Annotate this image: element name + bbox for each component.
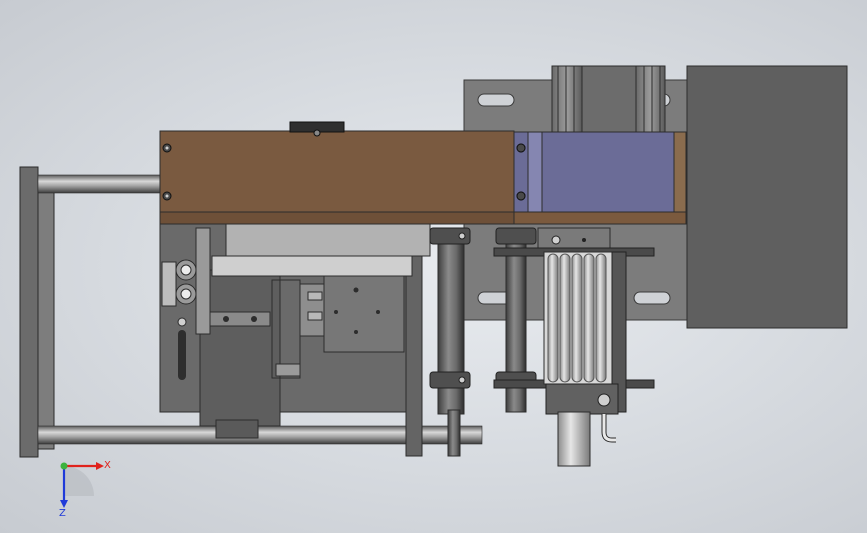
cylinder-pleats [547,253,607,383]
right-housing-block [686,65,848,329]
left-end-bracket [19,166,55,458]
lower-column-rod [447,409,461,457]
mounting-slot [477,93,515,107]
brown-main-body [159,121,526,225]
mounting-slot [633,291,671,305]
upper-guide-rod [37,174,163,194]
y-axis-dot [60,462,68,470]
vertical-guide-column-left [429,227,471,415]
triad-plane [64,466,94,496]
blue-drive-panel [513,131,687,225]
x-axis-arrowhead [96,462,104,470]
upper-slide-plate [225,223,431,257]
coordinate-triad[interactable]: X Z [59,460,111,519]
mechanism-drawing: X Z [19,65,848,519]
z-axis-label: Z [59,508,66,519]
corner-screw [516,143,526,153]
z-axis-arrowhead [60,500,68,508]
x-axis-label: X [104,460,111,471]
cad-viewport[interactable]: X Z [0,0,867,533]
corner-screw [516,191,526,201]
lower-slide-plate [211,255,413,277]
stepper-motor [551,65,666,135]
